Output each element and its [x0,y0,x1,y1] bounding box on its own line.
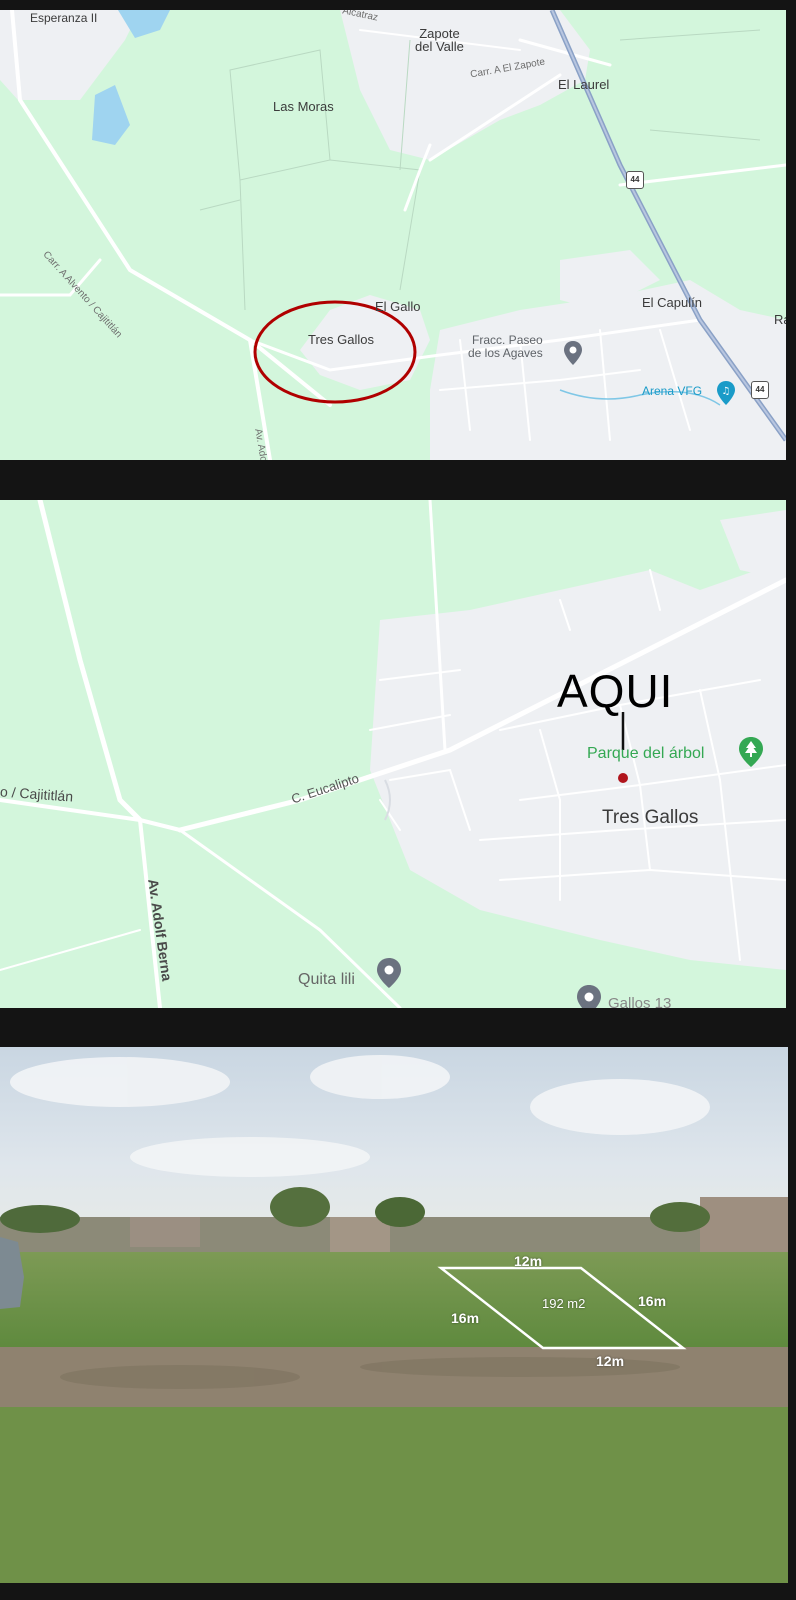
urban-area-north [720,510,786,580]
measure-left: 16m [451,1310,480,1326]
location-pin-icon[interactable] [376,957,402,989]
detail-map[interactable]: AQUI Parque del árbol Tres Gallos o / Ca… [0,500,786,1008]
place-label-moras: Las Moras [273,99,334,114]
place-label-gallos13[interactable]: Gallos 13 [608,996,671,1008]
highway-shield-icon: 44 [751,381,769,399]
annotation-aqui: AQUI [557,665,674,717]
urban-area-tres-gallos [370,560,786,970]
poi-label-arena[interactable]: Arena VFG [642,385,702,398]
lot-photo: 12m 16m 16m 192 m2 12m [0,1047,788,1583]
foreground-grass [0,1407,788,1583]
place-label-laurel: El Laurel [558,77,610,92]
place-label-esperanza: Esperanza II [30,11,98,25]
place-label-tres-gallos: Tres Gallos [602,807,699,828]
place-label-ra: Ra [774,312,786,327]
measure-top: 12m [514,1253,543,1269]
water-body-pond [92,85,130,145]
music-venue-pin-icon[interactable]: ♫ [716,380,736,406]
poi-label-fracc[interactable]: Fracc. Paseo de los Agaves [468,334,543,359]
place-label-zapote: Zapote del Valle [415,26,464,54]
location-marker-dot [618,773,628,783]
place-label-gallo: El Gallo [375,299,421,314]
lot-photo-scene [0,1047,788,1583]
place-label-capulin: El Capulín [642,295,702,310]
overview-map[interactable]: Esperanza II Alcatraz Zapote del Valle C… [0,10,786,460]
location-pin-icon[interactable] [563,340,583,366]
place-label-tres-gallos: Tres Gallos [308,332,374,347]
location-pin-icon[interactable] [576,984,602,1008]
highway-shield-icon: 44 [626,171,644,189]
grass-field [0,1252,788,1347]
measure-area: 192 m2 [542,1296,586,1311]
place-label-parque[interactable]: Parque del árbol [587,746,704,762]
park-pin-icon[interactable] [738,736,764,768]
measure-bottom: 12m [596,1353,625,1369]
measure-right: 16m [638,1293,667,1309]
urban-area-capulin [430,280,786,460]
svg-text:♫: ♫ [722,386,731,397]
place-label-quita[interactable]: Quita lili [298,972,355,988]
